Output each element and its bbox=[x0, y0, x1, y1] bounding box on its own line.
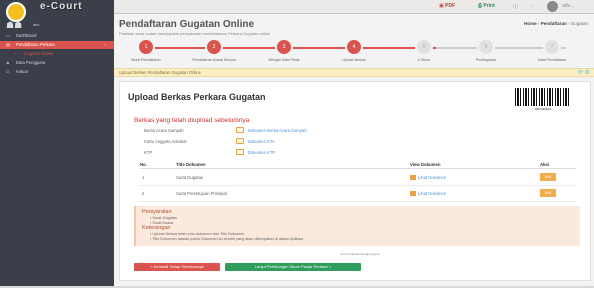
sidebar-item-keluar[interactable]: ⏻ Keluar bbox=[0, 68, 114, 76]
breadcrumb-home[interactable]: Home bbox=[524, 21, 537, 26]
breadcrumb-pendaftaran[interactable]: Pendaftaran bbox=[541, 21, 567, 26]
table-row: 2 Surat Persetujuan Prinsipal Lihat Doku… bbox=[140, 186, 576, 202]
row-title: Surat Gugatan bbox=[176, 175, 204, 180]
card-title: Upload Berkas Perkara Gugatan bbox=[128, 92, 266, 102]
uploaded-files-heading: Berkas yang telah diupload sebelumnya bbox=[134, 117, 250, 124]
doc-name: KTP bbox=[144, 150, 153, 155]
table-divider bbox=[140, 168, 576, 169]
doc-link[interactable]: Dokumen KTA bbox=[248, 139, 275, 144]
user-icon: ♟ bbox=[6, 60, 10, 65]
table-row: 1 Surat Gugatan Lihat Dokumen Edit bbox=[140, 170, 576, 186]
requirements-title: Persyaratan bbox=[142, 209, 172, 215]
page-subtitle: Pastikan anda sudah menyiapkan persyarat… bbox=[119, 31, 271, 36]
view-document-link[interactable]: Lihat Dokumen bbox=[410, 191, 446, 197]
user-name[interactable]: adv... bbox=[562, 3, 574, 9]
upload-card: Upload Berkas Perkara Gugatan ABCDE0001 … bbox=[119, 81, 591, 281]
main-content: Pendaftaran Gugatan Online Pastikan anda… bbox=[114, 14, 594, 286]
sidebar-user-label: adv bbox=[33, 22, 40, 27]
barcode-number: ABCDE0001 bbox=[534, 107, 552, 111]
step-mulai-pendaftaran[interactable]: 1 Mulai Pendaftaran bbox=[118, 38, 174, 62]
next-button[interactable]: Lanjut Perhitungan Skum Panjar Perkara > bbox=[225, 263, 361, 271]
row-number: 2 bbox=[142, 191, 145, 196]
uploaded-doc-row: KTP Dokumen KTP bbox=[144, 149, 444, 157]
sidebar-item-data-pengguna[interactable]: ♟ Data Pengguna bbox=[0, 59, 114, 67]
step-label: e-Skum bbox=[417, 58, 431, 62]
info-icon[interactable]: ⓘ bbox=[513, 3, 518, 10]
folder-icon bbox=[236, 127, 244, 133]
column-header-no: No. bbox=[140, 162, 147, 167]
step-label: Upload Berkas bbox=[342, 58, 366, 62]
sidebar-item-pendaftaran-perkara[interactable]: ▤ Pendaftaran Perkara ‹ bbox=[0, 41, 114, 49]
step-kuasa-khusus[interactable]: 2 Pendaftaran Kuasa Khusus bbox=[186, 38, 242, 62]
circle-icon: • bbox=[14, 51, 16, 56]
step-dot: 6 bbox=[477, 38, 495, 56]
requirements-box: Persyaratan • Surat Gugatan • Surat Kuas… bbox=[134, 206, 580, 246]
step-dot: 4 bbox=[345, 38, 363, 56]
bell-icon[interactable]: ◌ bbox=[530, 3, 533, 9]
requirements-list: • Surat Gugatan • Surat Kuasa bbox=[150, 216, 177, 225]
sidebar-item-gugatan-online[interactable]: • Gugatan Online bbox=[0, 50, 114, 58]
step-dot: 2 bbox=[205, 38, 223, 56]
footer-note: ecourt.mahkamahagung.go.id bbox=[340, 252, 380, 256]
step-label: Data Pendaftaran bbox=[537, 58, 567, 62]
uploaded-doc-row: Kartu Anggota Advokat Dokumen KTA bbox=[144, 138, 444, 146]
step-pembayaran[interactable]: 6 Pembayaran bbox=[458, 38, 514, 62]
settings-icon[interactable]: ⚙ bbox=[585, 70, 590, 76]
uploaded-doc-row: Berita Acara Sumpah Dokumen Berita Acara… bbox=[144, 127, 444, 135]
doc-name: Berita Acara Sumpah bbox=[144, 128, 184, 133]
column-header-action: Aksi bbox=[540, 162, 550, 167]
power-icon: ⏻ bbox=[6, 69, 10, 74]
refresh-icon[interactable]: ⟳ bbox=[578, 70, 583, 76]
folder-icon bbox=[236, 138, 244, 144]
barcode-image bbox=[515, 88, 571, 106]
column-header-view: View Dokumen bbox=[410, 162, 441, 167]
list-item: • Title Dokumen adalah pokok Dokumen itu… bbox=[150, 236, 304, 241]
notice-bar: Upload Berkas Pendaftaran Gugatan Online… bbox=[114, 68, 594, 77]
back-button[interactable]: < Kembali Tahap Sebelumnya bbox=[134, 263, 220, 271]
step-data-pihak[interactable]: 3 Mengisi Data Pihak bbox=[256, 38, 312, 62]
pdf-button[interactable]: ▣ PDF bbox=[439, 3, 455, 9]
doc-name: Kartu Anggota Advokat bbox=[144, 139, 187, 144]
edit-button[interactable]: Edit bbox=[540, 173, 556, 181]
chevron-left-icon: ‹ bbox=[104, 42, 106, 47]
breadcrumb: Home › Pendaftaran › Gugatan bbox=[524, 21, 588, 26]
file-icon: ▤ bbox=[6, 42, 10, 47]
notice-text: Upload Berkas Pendaftaran Gugatan Online bbox=[119, 70, 201, 75]
progress-stepper: 1 Mulai Pendaftaran 2 Pendaftaran Kuasa … bbox=[114, 38, 594, 68]
step-dot: 1 bbox=[137, 38, 155, 56]
breadcrumb-current: Gugatan bbox=[570, 21, 588, 26]
keterangan-list: • Upload Berkas telah pros dokumen dan T… bbox=[150, 232, 303, 241]
step-label: Pendaftaran Kuasa Khusus bbox=[192, 58, 236, 62]
view-document-link[interactable]: Lihat Dokumen bbox=[410, 175, 446, 181]
step-dot: 3 bbox=[275, 38, 293, 56]
file-icon bbox=[410, 175, 416, 181]
step-label: Mengisi Data Pihak bbox=[268, 58, 300, 62]
step-data-pendaftaran[interactable]: 7 Data Pendaftaran bbox=[524, 38, 580, 62]
step-dot: 5 bbox=[415, 38, 433, 56]
doc-link[interactable]: Dokumen Berita Acara Sumpah bbox=[248, 128, 307, 133]
folder-icon bbox=[236, 149, 244, 155]
brand-logo-text: e-Court bbox=[40, 1, 83, 12]
row-title: Surat Persetujuan Prinsipal bbox=[176, 191, 227, 196]
step-e-skum[interactable]: 5 e-Skum bbox=[396, 38, 452, 62]
column-header-title: Title Dokumen bbox=[176, 162, 206, 167]
logo-icon[interactable] bbox=[6, 2, 26, 22]
sidebar: ☗☗ adv ▭ Dashboard ▤ Pendaftaran Perkara ‹… bbox=[0, 14, 114, 286]
sidebar-item-dashboard[interactable]: ▭ Dashboard bbox=[0, 32, 114, 40]
file-icon bbox=[410, 191, 416, 197]
row-number: 1 bbox=[142, 175, 145, 180]
page-title: Pendaftaran Gugatan Online bbox=[119, 19, 255, 30]
edit-button[interactable]: Edit bbox=[540, 189, 556, 197]
avatar[interactable] bbox=[547, 1, 558, 12]
print-button[interactable]: ⎙ Print bbox=[478, 3, 495, 9]
step-upload-berkas[interactable]: 4 Upload Berkas bbox=[326, 38, 382, 62]
monitor-icon: ▭ bbox=[6, 33, 10, 38]
step-dot: 7 bbox=[543, 38, 561, 56]
step-label: Mulai Pendaftaran bbox=[131, 58, 161, 62]
keterangan-title: Keterangan bbox=[142, 225, 171, 231]
doc-link[interactable]: Dokumen KTP bbox=[248, 150, 275, 155]
step-label: Pembayaran bbox=[475, 58, 497, 62]
